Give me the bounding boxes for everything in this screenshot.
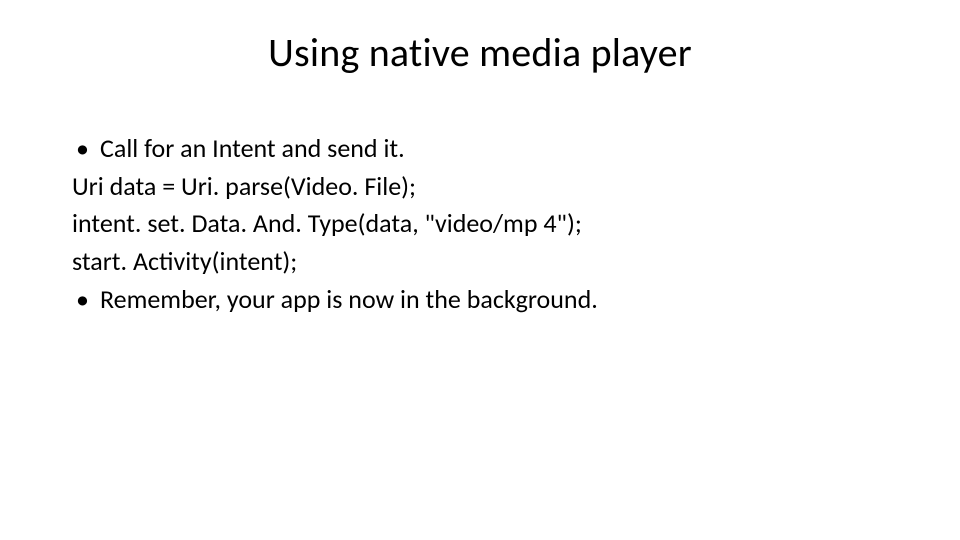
bullet-item: Remember, your app is now in the backgro… (72, 281, 888, 319)
code-line: Uri data = Uri. parse(Video. File); (72, 168, 888, 206)
code-line: start. Activity(intent); (72, 243, 888, 281)
slide: Using native media player Call for an In… (0, 0, 960, 540)
code-line: intent. set. Data. And. Type(data, "vide… (72, 205, 888, 243)
slide-body: Call for an Intent and send it. Uri data… (72, 130, 888, 318)
bullet-item: Call for an Intent and send it. (72, 130, 888, 168)
slide-title: Using native media player (0, 28, 960, 77)
